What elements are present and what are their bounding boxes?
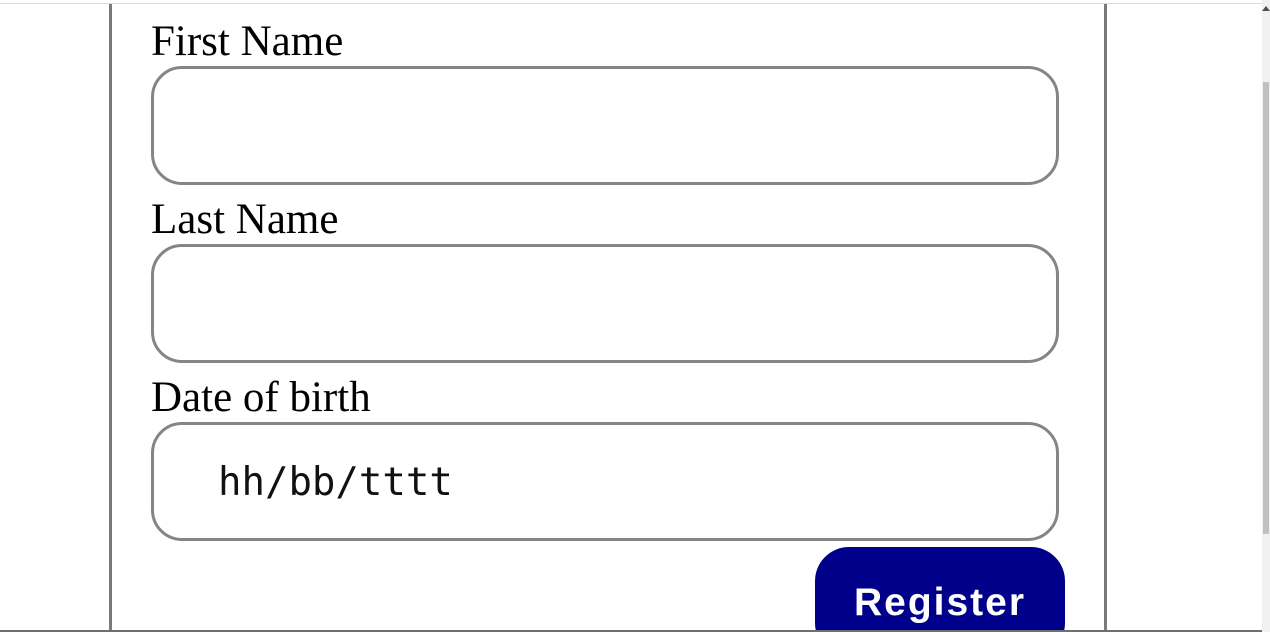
scrollbar-thumb[interactable] [1263, 82, 1269, 534]
last-name-field[interactable] [151, 244, 1059, 363]
register-button[interactable]: Register [815, 547, 1065, 632]
date-of-birth-field[interactable]: hh/bb/tttt [151, 422, 1059, 541]
first-name-field[interactable] [151, 66, 1059, 185]
first-name-label: First Name [151, 18, 344, 65]
scroll-up-arrow-icon[interactable] [1262, 6, 1270, 11]
date-of-birth-label: Date of birth [151, 374, 371, 421]
vertical-scrollbar[interactable] [1262, 0, 1270, 632]
last-name-label: Last Name [151, 196, 339, 243]
date-format-placeholder: hh/bb/tttt [218, 460, 453, 505]
